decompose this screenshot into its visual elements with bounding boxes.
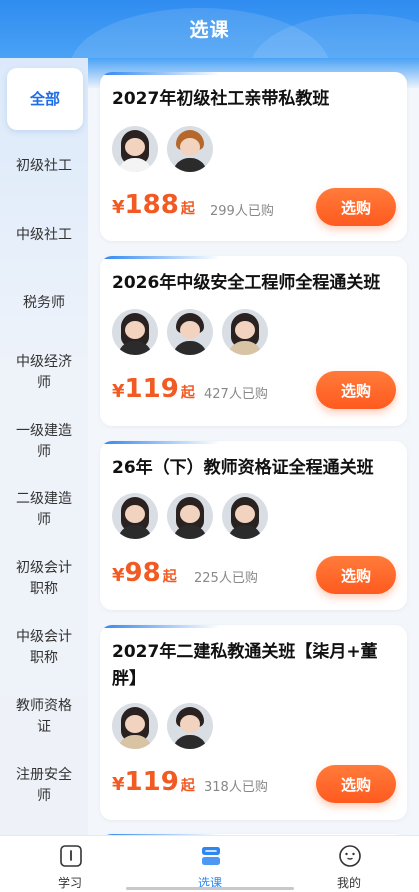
teacher-avatars bbox=[112, 703, 213, 749]
course-list[interactable]: 2027年初级社工亲带私教班 ¥188 起 299人已购 选购 2026年中级安全… bbox=[88, 58, 419, 835]
course-stack-icon bbox=[202, 847, 220, 865]
sidebar-item-first-class-constructor[interactable]: 一级建造师 bbox=[0, 421, 88, 463]
purchase-count: 225人已购 bbox=[194, 571, 258, 586]
avatar bbox=[167, 703, 213, 749]
avatar bbox=[112, 309, 158, 355]
course-title: 2026年中级安全工程师全程通关班 bbox=[112, 273, 381, 293]
buy-button[interactable]: 选购 bbox=[316, 188, 396, 226]
course-title: 2027年二建私教通关班【柒月+董胖】 bbox=[112, 642, 378, 689]
course-title: 2027年初级社工亲带私教班 bbox=[112, 89, 330, 109]
smiley-face-icon bbox=[339, 845, 361, 867]
course-card[interactable]: 26年（下）教师资格证全程通关班 ¥98 起 225人已购 选购 bbox=[100, 441, 407, 610]
sidebar-item-all[interactable]: 全部 bbox=[7, 68, 83, 130]
course-card[interactable]: 2027年初级社工亲带私教班 ¥188 起 299人已购 选购 bbox=[100, 72, 407, 241]
avatar bbox=[112, 703, 158, 749]
app-header: 选课 bbox=[0, 0, 419, 58]
page-title: 选课 bbox=[189, 19, 230, 41]
buy-button[interactable]: 选购 bbox=[316, 556, 396, 594]
sidebar-item-label: 注册安全师 bbox=[16, 767, 72, 804]
tab-study[interactable]: 学习 bbox=[0, 836, 140, 892]
sidebar-item-intermediate-economist[interactable]: 中级经济师 bbox=[0, 352, 88, 394]
teacher-avatars bbox=[112, 309, 268, 355]
avatar bbox=[167, 126, 213, 172]
sidebar-item-junior-accountant[interactable]: 初级会计职称 bbox=[0, 558, 88, 600]
avatar bbox=[167, 309, 213, 355]
buy-button[interactable]: 选购 bbox=[316, 765, 396, 803]
sidebar-item-teacher-certificate[interactable]: 教师资格证 bbox=[0, 696, 88, 738]
sidebar-item-tax-advisor[interactable]: 税务师 bbox=[0, 293, 88, 314]
sidebar-item-junior-social-work[interactable]: 初级社工 bbox=[0, 156, 88, 177]
course-price: ¥98 起 bbox=[112, 558, 177, 588]
sidebar-item-intermediate-accountant[interactable]: 中级会计职称 bbox=[0, 627, 88, 669]
course-price: ¥188 起 bbox=[112, 190, 195, 220]
sidebar-item-intermediate-social-work[interactable]: 中级社工 bbox=[0, 225, 88, 246]
avatar bbox=[222, 309, 268, 355]
tab-profile[interactable]: 我的 bbox=[279, 836, 419, 892]
sidebar-item-label: 二级建造师 bbox=[16, 491, 72, 528]
sidebar-item-label: 中级经济师 bbox=[16, 354, 72, 391]
sidebar-item-label: 初级社工 bbox=[16, 158, 72, 174]
purchase-count: 318人已购 bbox=[204, 780, 268, 795]
home-indicator bbox=[126, 887, 294, 890]
buy-button[interactable]: 选购 bbox=[316, 371, 396, 409]
course-title: 26年（下）教师资格证全程通关班 bbox=[112, 458, 374, 478]
avatar bbox=[222, 493, 268, 539]
course-price: ¥119 起 bbox=[112, 767, 195, 797]
purchase-count: 299人已购 bbox=[210, 204, 274, 219]
sidebar-item-label: 一级建造师 bbox=[16, 423, 72, 460]
category-sidebar[interactable]: 全部 初级社工 中级社工 税务师 中级经济师 一级建造师 二级建造师 初级会计职… bbox=[0, 58, 88, 835]
sidebar-item-second-class-constructor[interactable]: 二级建造师 bbox=[0, 489, 88, 531]
course-card[interactable]: 2026年中级安全工程师全程通关班 ¥119 起 427人已购 选购 bbox=[100, 256, 407, 426]
tab-label: 我的 bbox=[336, 876, 361, 890]
sidebar-item-label: 全部 bbox=[29, 89, 60, 108]
sidebar-item-label: 税务师 bbox=[23, 295, 65, 311]
book-icon bbox=[60, 845, 82, 867]
sidebar-item-label: 中级会计职称 bbox=[16, 629, 72, 666]
purchase-count: 427人已购 bbox=[204, 387, 268, 402]
tab-course-select[interactable]: 选课 bbox=[140, 836, 280, 892]
avatar bbox=[167, 493, 213, 539]
bottom-tab-bar: 学习 选课 我的 bbox=[0, 835, 419, 892]
sidebar-item-label: 教师资格证 bbox=[16, 698, 72, 735]
sidebar-item-safety-engineer[interactable]: 注册安全师 bbox=[0, 765, 88, 807]
sidebar-item-label: 中级社工 bbox=[16, 227, 72, 243]
course-price: ¥119 起 bbox=[112, 374, 195, 404]
teacher-avatars bbox=[112, 126, 213, 172]
tab-label: 学习 bbox=[57, 876, 82, 890]
avatar bbox=[112, 493, 158, 539]
teacher-avatars bbox=[112, 493, 268, 539]
course-card[interactable]: 2027年二建私教通关班【柒月+董胖】 ¥119 起 318人已购 选购 bbox=[100, 625, 407, 820]
sidebar-item-label: 初级会计职称 bbox=[16, 560, 72, 597]
avatar bbox=[112, 126, 158, 172]
